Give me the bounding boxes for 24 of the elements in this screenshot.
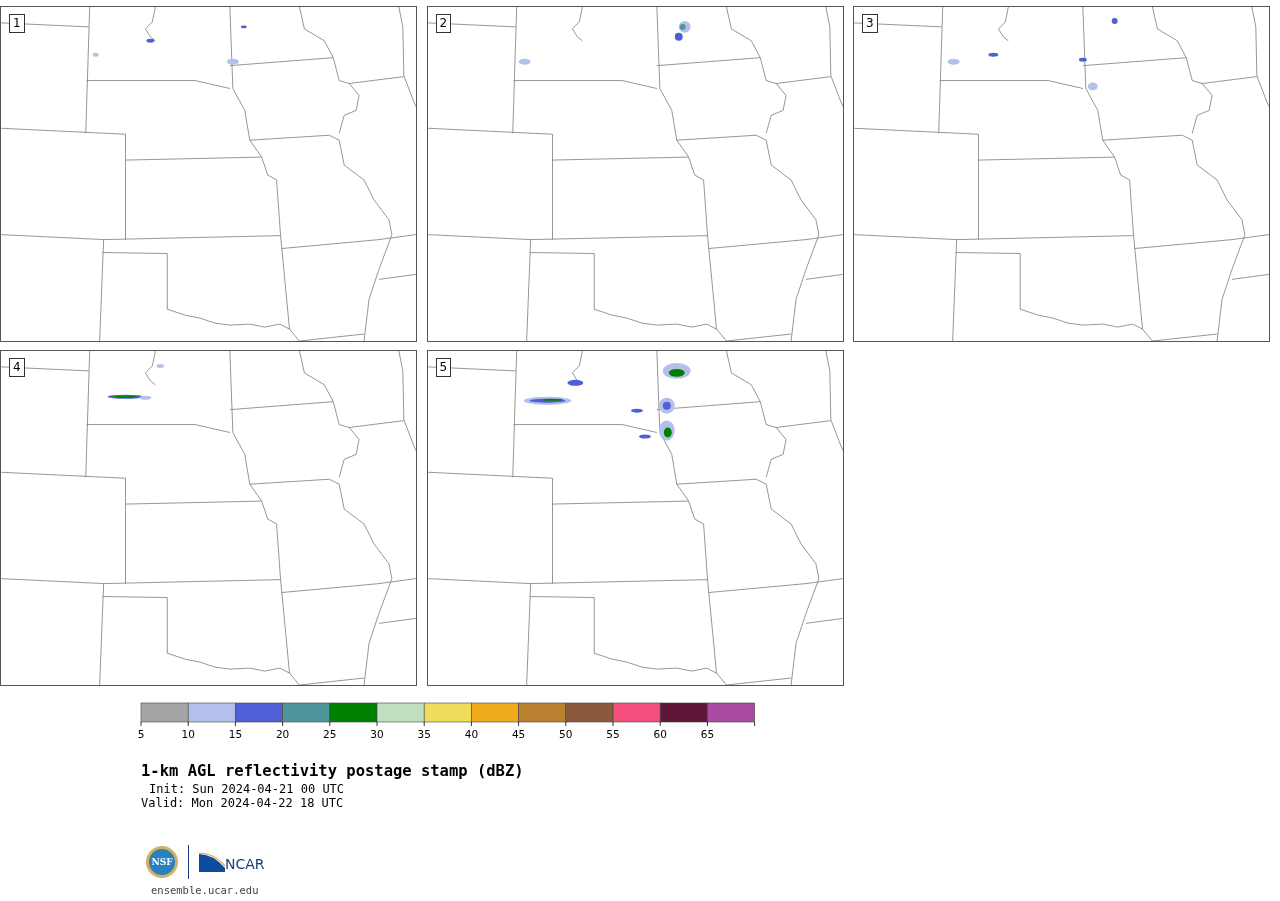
tick-label: 10	[181, 728, 195, 740]
tick-label: 40	[464, 728, 479, 740]
chart-title: 1-km AGL reflectivity postage stamp (dBZ)	[141, 762, 524, 780]
tick-label: 25	[323, 728, 337, 740]
tick-label: 45	[511, 728, 526, 740]
ncar-logo: NCAR	[199, 852, 265, 872]
panel-number: 1	[9, 14, 25, 33]
tick-label: 35	[417, 728, 431, 740]
tick-label: 30	[370, 728, 384, 740]
tick-label: 65	[700, 728, 715, 740]
panel-number: 4	[9, 358, 25, 377]
panel-number: 2	[435, 14, 452, 33]
init-time: Init: Sun 2024-04-21 00 UTC	[149, 782, 345, 796]
tick-label: 60	[653, 728, 667, 740]
tick-label: 5	[137, 728, 145, 740]
tick-label: 15	[228, 728, 243, 740]
valid-time: Valid: Mon 2024-04-22 18 UTC	[141, 796, 344, 810]
nsf-logo: NSF	[146, 846, 178, 878]
tick-label: 20	[275, 728, 290, 740]
tick-label: 55	[606, 728, 620, 740]
panel-number: 3	[862, 14, 878, 33]
panel-number: 5	[435, 358, 452, 377]
website-url: ensemble.ucar.edu	[151, 884, 259, 896]
tick-label: 50	[559, 728, 573, 740]
